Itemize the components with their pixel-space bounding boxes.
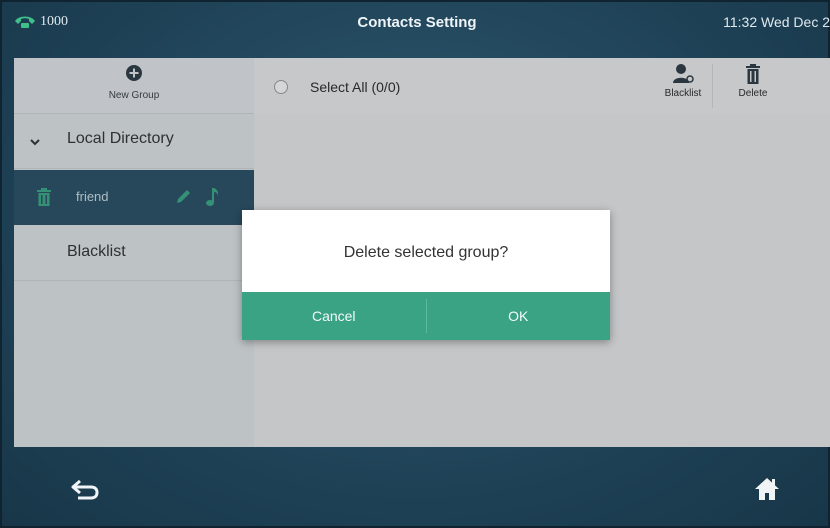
clock: 11:32 Wed Dec 2 xyxy=(723,14,830,30)
back-arrow-icon[interactable] xyxy=(70,478,100,502)
dialog-button-bar: Cancel OK xyxy=(242,292,610,340)
confirm-dialog: Delete selected group? Cancel OK xyxy=(242,210,610,340)
page-title: Contacts Setting xyxy=(357,14,477,31)
phone-screen: 1000 Contacts Setting 11:32 Wed Dec 2 Ne… xyxy=(0,0,830,528)
cancel-button[interactable]: Cancel xyxy=(242,292,426,340)
ok-button[interactable]: OK xyxy=(427,292,611,340)
dialog-message: Delete selected group? xyxy=(343,244,509,261)
status-bar: 1000 Contacts Setting 11:32 Wed Dec 2 xyxy=(4,4,830,54)
home-icon[interactable] xyxy=(754,476,780,502)
